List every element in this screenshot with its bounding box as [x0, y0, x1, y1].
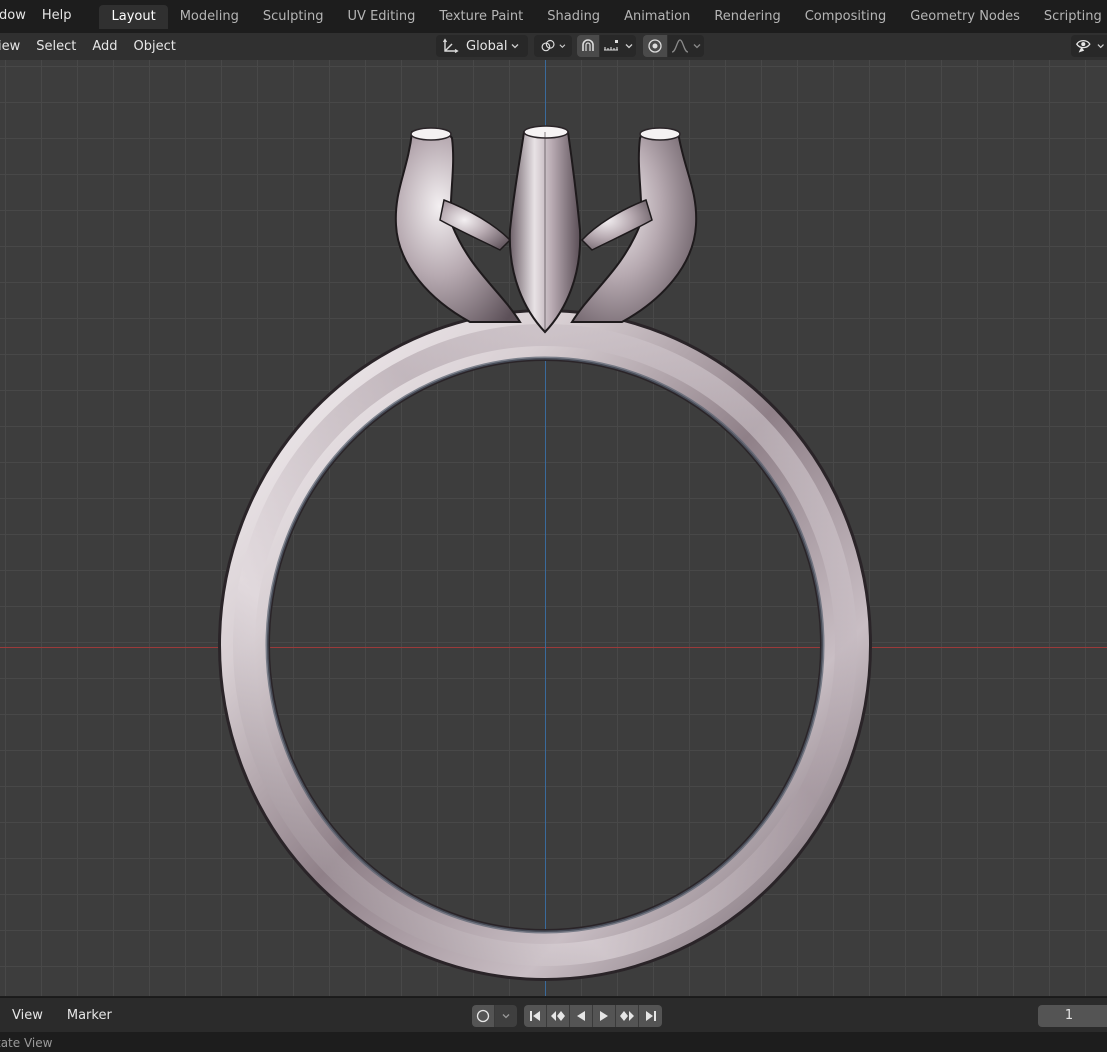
- prev-keyframe-icon: [551, 1011, 565, 1021]
- transform-orientation-dropdown[interactable]: Global: [436, 35, 528, 57]
- snap-target-dropdown[interactable]: [600, 35, 636, 57]
- pivot-point-dropdown[interactable]: [534, 35, 572, 57]
- menu-object[interactable]: Object: [126, 39, 184, 54]
- play-reverse-button[interactable]: [570, 1005, 593, 1027]
- menu-help[interactable]: Help: [34, 0, 80, 33]
- play-reverse-icon: [577, 1011, 585, 1021]
- chevron-down-icon: [502, 1014, 510, 1019]
- next-keyframe-button[interactable]: [616, 1005, 639, 1027]
- snap-toggle[interactable]: [577, 35, 599, 57]
- menu-view[interactable]: iew: [0, 39, 28, 54]
- chevron-down-icon: [512, 44, 519, 49]
- jump-end-icon: [645, 1011, 656, 1021]
- pivot-icon: [541, 39, 555, 52]
- transform-orientation-label: Global: [466, 38, 508, 54]
- ring-model[interactable]: [0, 60, 1107, 996]
- tab-geometry-nodes[interactable]: Geometry Nodes: [898, 5, 1032, 29]
- play-icon: [600, 1011, 608, 1021]
- menu-add[interactable]: Add: [84, 39, 125, 54]
- proportional-edit-icon: [648, 39, 662, 53]
- menu-select[interactable]: Select: [28, 39, 84, 54]
- snap-icon: [582, 39, 594, 51]
- timeline-header: View Marker 1: [0, 997, 1107, 1032]
- tab-uv-editing[interactable]: UV Editing: [336, 5, 428, 29]
- falloff-dropdown[interactable]: [668, 35, 704, 57]
- timeline-menu-marker[interactable]: Marker: [55, 1008, 124, 1023]
- snap-increment-icon: [604, 40, 618, 51]
- keying-dropdown[interactable]: [495, 1005, 517, 1027]
- menu-window[interactable]: dow: [0, 0, 34, 33]
- visibility-icon: [1076, 40, 1091, 53]
- status-bar: tate View: [0, 1032, 1107, 1052]
- chevron-down-icon: [693, 44, 701, 49]
- chevron-down-icon: [1097, 44, 1104, 49]
- tab-animation[interactable]: Animation: [612, 5, 702, 29]
- workspace-tabs: Layout Modeling Sculpting UV Editing Tex…: [99, 0, 1107, 33]
- visibility-dropdown[interactable]: [1071, 35, 1107, 57]
- tab-layout[interactable]: Layout: [99, 4, 168, 29]
- tab-shading[interactable]: Shading: [535, 5, 612, 29]
- prev-keyframe-button[interactable]: [547, 1005, 570, 1027]
- current-frame-field[interactable]: 1: [1038, 1005, 1107, 1027]
- chevron-down-icon: [625, 44, 633, 49]
- keyframe-type-dropdown[interactable]: [472, 1005, 517, 1027]
- tab-texture-paint[interactable]: Texture Paint: [427, 5, 535, 29]
- chevron-down-icon: [559, 44, 566, 49]
- falloff-icon: [671, 39, 689, 53]
- proportional-edit-toggle[interactable]: [643, 35, 667, 57]
- play-button[interactable]: [593, 1005, 616, 1027]
- timeline-menu-view[interactable]: View: [0, 1008, 55, 1023]
- record-button[interactable]: [472, 1005, 495, 1027]
- jump-start-icon: [530, 1011, 540, 1021]
- tab-compositing[interactable]: Compositing: [793, 5, 899, 29]
- 3d-viewport[interactable]: [0, 60, 1107, 996]
- next-keyframe-icon: [620, 1011, 634, 1021]
- jump-end-button[interactable]: [639, 1005, 662, 1027]
- tab-scripting[interactable]: Scripting: [1032, 5, 1107, 29]
- viewport-header: iew Select Add Object Global: [0, 33, 1107, 60]
- top-menu-bar: dow Help Layout Modeling Sculpting UV Ed…: [0, 0, 1107, 33]
- record-icon: [476, 1009, 490, 1023]
- playback-controls: [524, 1005, 662, 1027]
- transform-orientation-icon: [442, 38, 459, 54]
- tab-sculpting[interactable]: Sculpting: [251, 5, 336, 29]
- jump-start-button[interactable]: [524, 1005, 547, 1027]
- tab-modeling[interactable]: Modeling: [168, 5, 251, 29]
- tab-rendering[interactable]: Rendering: [702, 5, 792, 29]
- status-text: tate View: [0, 1036, 53, 1050]
